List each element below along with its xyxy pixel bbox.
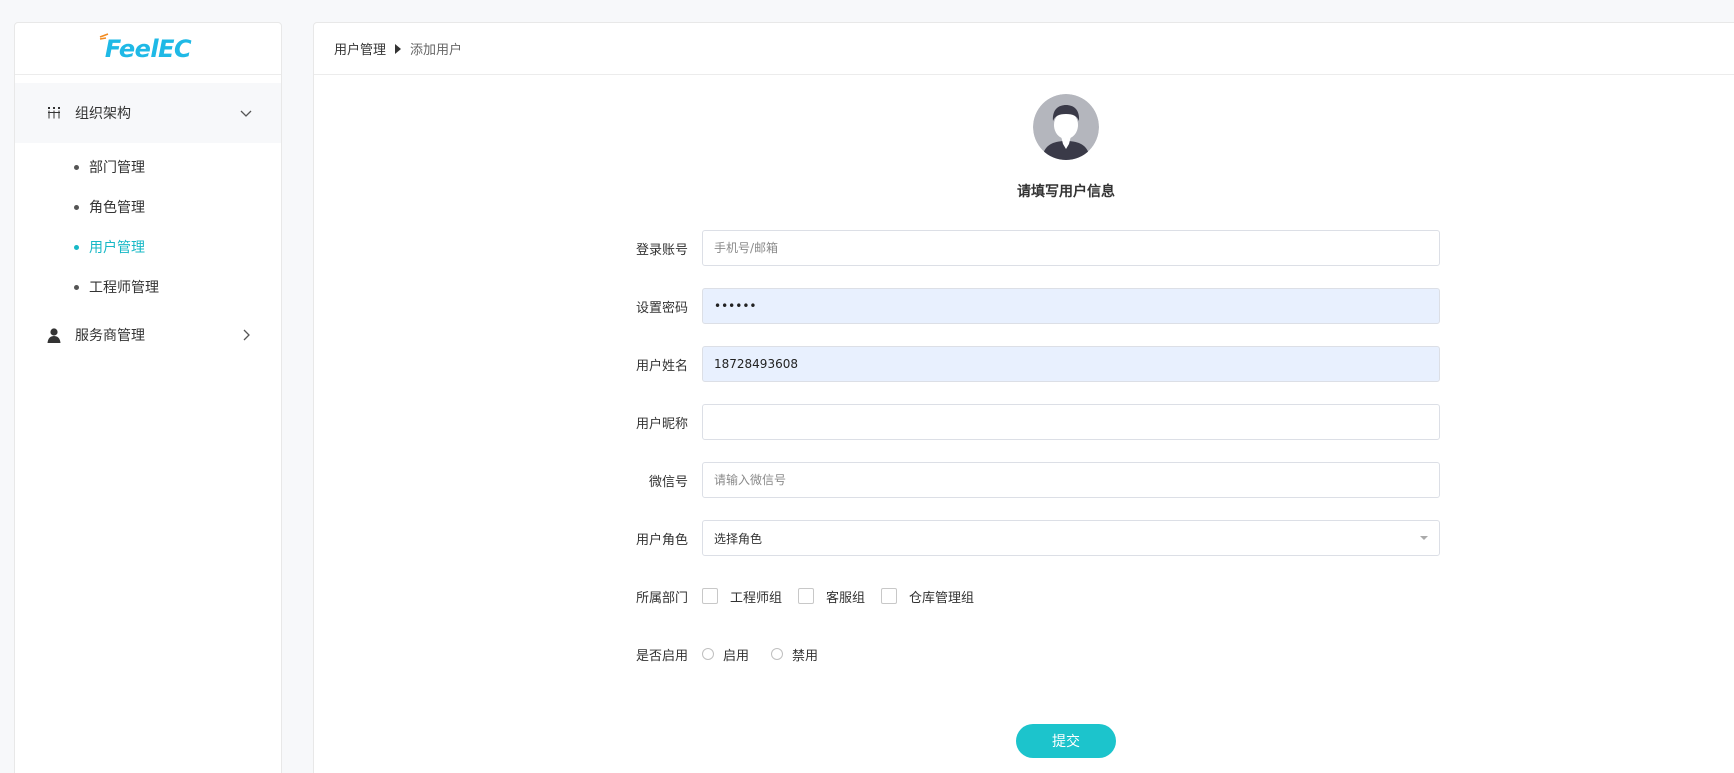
department-option-warehouse[interactable]: 仓库管理组 — [881, 587, 974, 606]
chevron-right-icon — [239, 328, 253, 342]
bullet-icon — [74, 284, 79, 290]
breadcrumb-parent[interactable]: 用户管理 — [334, 39, 386, 58]
department-option-engineers[interactable]: 工程师组 — [702, 587, 782, 606]
enabled-option-off[interactable]: 禁用 — [771, 645, 818, 664]
caret-down-icon — [1420, 536, 1428, 540]
nickname-label: 用户昵称 — [635, 416, 688, 432]
sidebar-item-departments[interactable]: 部门管理 — [15, 147, 281, 187]
checkbox[interactable] — [881, 588, 898, 604]
enabled-radio-group: 启用 禁用 — [702, 645, 840, 664]
checkbox-label: 仓库管理组 — [909, 590, 975, 606]
nickname-input[interactable] — [702, 404, 1440, 440]
sidebar: FeelEC 组织架构 部门管理 角色管理 用户管理 工程师管理 服务商管理 — [14, 22, 282, 773]
enabled-option-on[interactable]: 启用 — [702, 645, 749, 664]
org-structure-icon — [45, 104, 63, 122]
enabled-label: 是否启用 — [635, 648, 688, 664]
person-icon — [45, 326, 63, 344]
real-name-input[interactable] — [702, 346, 1440, 382]
sidebar-submenu-org: 部门管理 角色管理 用户管理 工程师管理 — [15, 143, 281, 313]
logo-text: FeelEC — [99, 32, 192, 63]
sidebar-item-label: 角色管理 — [89, 200, 145, 216]
caret-right-icon — [395, 43, 402, 54]
submit-button[interactable]: 提交 — [1016, 724, 1116, 758]
role-row: 用户角色 选择角色 — [314, 520, 1440, 556]
checkbox-label: 工程师组 — [730, 590, 783, 606]
sidebar-item-roles[interactable]: 角色管理 — [15, 187, 281, 227]
wechat-input[interactable] — [702, 462, 1440, 498]
checkbox-label: 客服组 — [826, 590, 866, 606]
login-account-row: 登录账号 — [314, 230, 1440, 266]
password-row: 设置密码 — [314, 288, 1440, 324]
sidebar-group-label: 服务商管理 — [75, 328, 145, 344]
login-account-label: 登录账号 — [635, 242, 688, 258]
logo-spark-icon — [99, 32, 109, 40]
sidebar-group-org[interactable]: 组织架构 — [15, 83, 281, 143]
password-label: 设置密码 — [635, 300, 688, 316]
breadcrumb: 用户管理 添加用户 — [314, 23, 1734, 75]
role-select[interactable]: 选择角色 — [702, 520, 1440, 556]
sidebar-item-label: 部门管理 — [89, 160, 145, 176]
sidebar-group-label: 组织架构 — [75, 106, 131, 122]
role-select-value: 选择角色 — [714, 531, 763, 546]
department-row: 所属部门 工程师组 客服组 仓库管理组 — [314, 578, 990, 614]
bullet-icon — [74, 204, 79, 210]
sidebar-item-engineers[interactable]: 工程师管理 — [15, 267, 281, 307]
enabled-row: 是否启用 启用 禁用 — [314, 636, 840, 672]
department-label: 所属部门 — [635, 590, 688, 606]
sidebar-item-label: 用户管理 — [89, 240, 145, 256]
logo: FeelEC — [15, 23, 281, 75]
main-panel: 用户管理 添加用户 请填写用户信息 登录账号 设置密码 用户姓名 用户昵称 微信… — [313, 22, 1734, 773]
radio-label: 启用 — [723, 648, 750, 664]
avatar — [1033, 94, 1099, 160]
radio[interactable] — [702, 648, 714, 660]
department-checkbox-group: 工程师组 客服组 仓库管理组 — [702, 587, 990, 606]
password-input[interactable] — [702, 288, 1440, 324]
form-title: 请填写用户信息 — [1017, 184, 1115, 200]
user-avatar-icon — [1033, 94, 1099, 160]
checkbox[interactable] — [702, 588, 718, 604]
chevron-down-icon — [239, 106, 253, 120]
sidebar-item-label: 工程师管理 — [89, 280, 159, 296]
real-name-row: 用户姓名 — [314, 346, 1440, 382]
wechat-row: 微信号 — [314, 462, 1440, 498]
checkbox[interactable] — [798, 588, 815, 604]
department-option-support[interactable]: 客服组 — [798, 587, 865, 606]
radio-label: 禁用 — [792, 648, 819, 664]
role-label: 用户角色 — [635, 532, 688, 548]
wechat-label: 微信号 — [648, 474, 688, 490]
login-account-input[interactable] — [702, 230, 1440, 266]
real-name-label: 用户姓名 — [635, 358, 688, 374]
breadcrumb-current: 添加用户 — [410, 43, 463, 58]
nickname-row: 用户昵称 — [314, 404, 1440, 440]
sidebar-group-providers[interactable]: 服务商管理 — [15, 313, 281, 357]
bullet-icon — [74, 164, 79, 170]
radio[interactable] — [771, 648, 784, 660]
bullet-icon — [74, 244, 79, 250]
sidebar-item-users[interactable]: 用户管理 — [15, 227, 281, 267]
logo-label: FeelEC — [104, 34, 192, 63]
